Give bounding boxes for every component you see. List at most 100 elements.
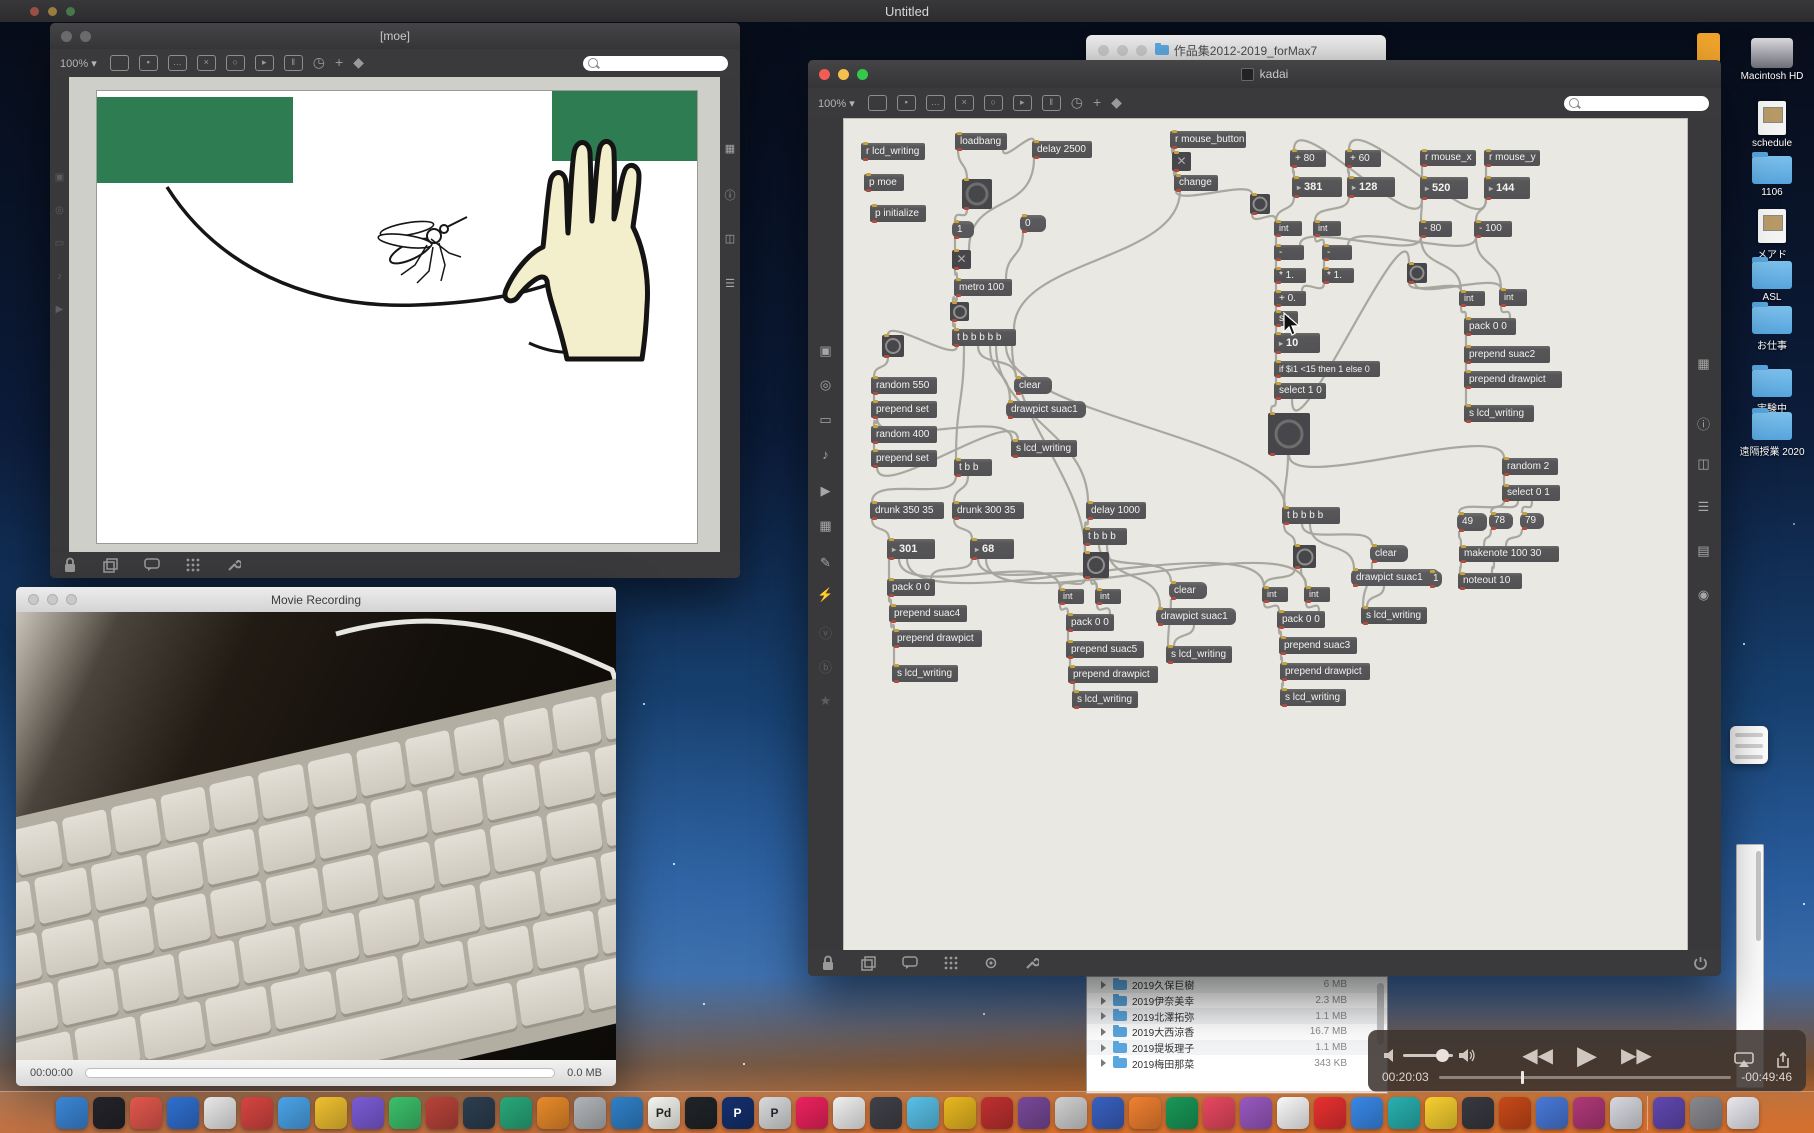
- lock-icon[interactable]: [821, 955, 835, 971]
- window-icon[interactable]: [867, 95, 887, 111]
- dock-app-icon[interactable]: [573, 1096, 606, 1129]
- max-object-s-lcd-writing[interactable]: s lcd_writing: [1280, 688, 1346, 707]
- folder-icon[interactable]: [1752, 365, 1792, 397]
- max-object--100[interactable]: - 100: [1474, 220, 1512, 238]
- dock-app-icon[interactable]: [277, 1096, 310, 1129]
- max-object-t-b-b-b[interactable]: t b b b: [1083, 527, 1127, 546]
- max-object-int[interactable]: int: [1095, 588, 1121, 605]
- dock-finder-icon[interactable]: [55, 1096, 88, 1129]
- max-object--60[interactable]: + 60: [1345, 149, 1381, 168]
- o-box-icon[interactable]: ○: [225, 55, 245, 71]
- target-icon[interactable]: ◎: [50, 205, 69, 216]
- dock-app-icon[interactable]: [1350, 1096, 1383, 1129]
- number-box[interactable]: ▸ 520: [1420, 176, 1468, 200]
- finder-row[interactable]: 2019北澤拓弥 1.1 MB: [1087, 1008, 1387, 1025]
- folder-icon[interactable]: [1752, 302, 1792, 334]
- image-icon[interactable]: ▦: [808, 518, 843, 534]
- max-object-pack-0-0[interactable]: pack 0 0: [1277, 610, 1325, 629]
- dock-app-icon[interactable]: [1017, 1096, 1050, 1129]
- max-object-delay-1000[interactable]: delay 1000: [1086, 501, 1146, 520]
- disclosure-triangle-icon[interactable]: [1101, 1027, 1106, 1036]
- max-object-prepend-set[interactable]: prepend set: [871, 400, 937, 419]
- max-object-prepend-set[interactable]: prepend set: [871, 449, 937, 468]
- finder-row[interactable]: 2019伊奈美幸 2.3 MB: [1087, 993, 1387, 1009]
- kadai-titlebar[interactable]: kadai: [808, 60, 1721, 88]
- dock-app-icon[interactable]: [684, 1096, 717, 1129]
- lock-icon[interactable]: [63, 557, 77, 573]
- fast-forward-icon[interactable]: ▶▶: [1621, 1043, 1652, 1068]
- play-box-icon[interactable]: ▸: [254, 55, 274, 71]
- max-object--[interactable]: -: [1322, 244, 1352, 261]
- max-object-t-b-b-b-b-b[interactable]: t b b b b b: [952, 328, 1016, 347]
- play-icon[interactable]: ▶: [50, 304, 69, 315]
- target-icon[interactable]: ◎: [808, 377, 843, 393]
- search-input[interactable]: [583, 55, 728, 71]
- dock-pd-icon[interactable]: Pd: [647, 1096, 680, 1129]
- bang-button[interactable]: [950, 301, 969, 322]
- dock-app-icon[interactable]: [1572, 1096, 1605, 1129]
- max-message-79[interactable]: 79: [1520, 512, 1544, 530]
- max-object-int[interactable]: int: [1313, 220, 1341, 237]
- volume-high-icon[interactable]: [1459, 1048, 1476, 1062]
- finder-window-controls[interactable]: [1098, 44, 1147, 56]
- doc-icon[interactable]: [1758, 209, 1786, 243]
- max-object--[interactable]: -: [1274, 244, 1304, 261]
- finder-row[interactable]: 2019提坂理子 1.1 MB: [1087, 1039, 1387, 1056]
- desktop-icon-doc[interactable]: schedule: [1729, 101, 1814, 149]
- number-box[interactable]: ▸ 144: [1484, 176, 1530, 200]
- grid-icon[interactable]: ▦: [1686, 356, 1721, 372]
- minimize-icon[interactable]: [838, 69, 849, 80]
- dock-app-icon[interactable]: [1276, 1096, 1309, 1129]
- comment-icon[interactable]: …: [925, 95, 945, 111]
- max-object-makenote-100-30[interactable]: makenote 100 30: [1459, 545, 1559, 563]
- folder-icon[interactable]: [1752, 408, 1792, 440]
- max-object-r-mouse-y[interactable]: r mouse_y: [1484, 149, 1540, 167]
- max-object-prepend-suac2[interactable]: prepend suac2: [1464, 345, 1550, 364]
- window-controls[interactable]: [30, 6, 75, 16]
- clock-icon[interactable]: ◷: [1071, 95, 1083, 110]
- dock-app-icon[interactable]: [1609, 1096, 1642, 1129]
- wrench-icon[interactable]: [226, 558, 241, 573]
- plus-icon[interactable]: +: [1093, 95, 1101, 110]
- clock-icon[interactable]: ◷: [313, 55, 325, 70]
- max-object-prepend-suac5[interactable]: prepend suac5: [1066, 640, 1144, 659]
- max-object-noteout-10[interactable]: noteout 10: [1458, 572, 1522, 590]
- max-object--1-[interactable]: * 1.: [1274, 267, 1306, 284]
- dock-trash-icon[interactable]: [1726, 1096, 1759, 1129]
- patcher-canvas[interactable]: r lcd_writing p moe p initialize loadbang 1 0…: [843, 118, 1688, 952]
- cube-icon[interactable]: ▣: [50, 172, 69, 183]
- dock-app-icon[interactable]: [1424, 1096, 1457, 1129]
- dock-app-icon[interactable]: [129, 1096, 162, 1129]
- number-box[interactable]: ▸ 10: [1274, 332, 1320, 354]
- lcd-drawing[interactable]: [96, 90, 698, 544]
- rewind-icon[interactable]: ◀◀: [1522, 1043, 1553, 1068]
- number-box[interactable]: ▸ 68: [970, 538, 1014, 560]
- folder-icon[interactable]: [1752, 152, 1792, 184]
- dock-app-icon[interactable]: [610, 1096, 643, 1129]
- plug-icon[interactable]: ⚡: [808, 587, 843, 603]
- camera-icon[interactable]: ◉: [1686, 587, 1721, 603]
- zoom-icon[interactable]: [857, 69, 868, 80]
- minimize-icon[interactable]: [80, 31, 91, 42]
- comment-icon[interactable]: [902, 956, 918, 970]
- max-message-1[interactable]: 1: [1428, 570, 1442, 588]
- play-icon[interactable]: ▶: [808, 483, 843, 499]
- rect-icon[interactable]: ▭: [808, 412, 843, 428]
- play-icon[interactable]: ▶: [1577, 1040, 1597, 1071]
- send-icon[interactable]: ◆: [353, 55, 364, 70]
- max-object-change[interactable]: change: [1174, 174, 1218, 192]
- max-object-int[interactable]: int: [1058, 588, 1084, 605]
- dock-app-icon[interactable]: [536, 1096, 569, 1129]
- desktop-icon-doc[interactable]: メアド: [1729, 209, 1814, 261]
- max-object-t-b-b[interactable]: t b b: [954, 458, 992, 477]
- max-object-random-550[interactable]: random 550: [871, 376, 937, 395]
- note-icon[interactable]: ♪: [50, 271, 69, 282]
- max-object-s-lcd-writing[interactable]: s lcd_writing: [1011, 439, 1077, 458]
- dock-app-icon[interactable]: [1461, 1096, 1494, 1129]
- max-message-clear[interactable]: clear: [1014, 376, 1052, 395]
- dock-app-icon[interactable]: [203, 1096, 236, 1129]
- send-icon[interactable]: ◆: [1111, 95, 1122, 110]
- movie-titlebar[interactable]: Movie Recording: [16, 587, 616, 613]
- number-box[interactable]: ▸ 301: [887, 538, 935, 560]
- max-object--80[interactable]: - 80: [1419, 220, 1452, 238]
